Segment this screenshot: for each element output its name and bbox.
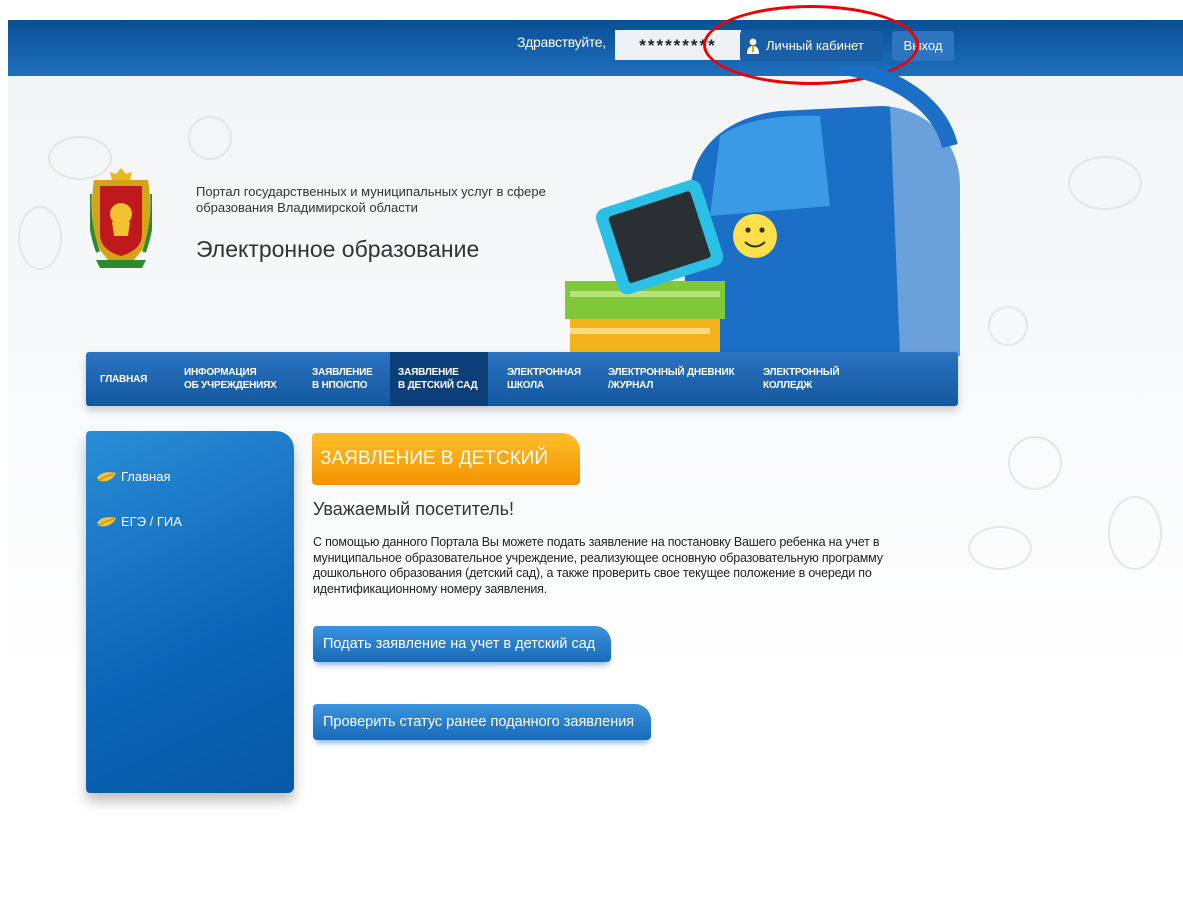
nav-item-npo-spo-application[interactable]: Заявление в НПО/СПО (312, 352, 386, 406)
portal-title: Электронное образование (196, 236, 480, 262)
leaf-icon (97, 517, 116, 527)
nav-item-college-line2: колледж (763, 380, 813, 391)
nav-item-home-label: Главная (100, 374, 148, 385)
nav-item-school-line2: школа (507, 380, 544, 391)
nav-item-electronic-diary[interactable]: Электронный дневник /журнал (608, 352, 758, 406)
nav-item-institutions-line2: об учреждениях (184, 380, 277, 391)
check-application-status-button[interactable]: Проверить статус ранее поданного заявлен… (313, 704, 651, 740)
nav-item-kindergarten-application[interactable]: Заявление в детский сад (390, 352, 488, 406)
service-description: С помощью данного Портала Вы можете пода… (313, 535, 883, 596)
nav-item-school-line1: Электронная (507, 367, 581, 378)
nav-item-kindergarten-line1: Заявление (398, 367, 459, 378)
sidebar-item-ege-gia-label: ЕГЭ / ГИА (121, 514, 182, 529)
main-navigation: Главная Информация об учреждениях Заявле… (86, 352, 958, 406)
leaf-icon (97, 472, 116, 482)
nav-item-institutions-info[interactable]: Информация об учреждениях (184, 352, 294, 406)
nav-item-diary-line1: Электронный дневник (608, 367, 735, 378)
section-title: ЗАЯВЛЕНИЕ В ДЕТСКИЙ САД (312, 433, 580, 521)
nav-item-electronic-school[interactable]: Электронная школа (507, 352, 597, 406)
school-backpack-illustration (565, 66, 960, 356)
nav-item-npo-spo-line2: в НПО/СПО (312, 380, 368, 391)
sidebar: Главная ЕГЭ / ГИА (86, 431, 294, 793)
nav-item-home[interactable]: Главная (100, 352, 176, 406)
nav-item-electronic-college[interactable]: Электронный колледж (763, 352, 873, 406)
greeting-text: Здравствуйте, (517, 34, 606, 50)
nav-item-npo-spo-line1: Заявление (312, 367, 373, 378)
nav-item-institutions-line1: Информация (184, 367, 257, 378)
submit-kindergarten-application-button[interactable]: Подать заявление на учет в детский сад (313, 626, 611, 662)
nav-item-kindergarten-line2: в детский сад (398, 380, 478, 391)
visitor-greeting: Уважаемый посетитель! (313, 499, 515, 519)
portal-subtitle: Портал государственных и муниципальных у… (196, 184, 546, 215)
nav-item-diary-line2: /журнал (608, 380, 654, 391)
coat-of-arms-logo (90, 168, 152, 268)
nav-item-college-line1: Электронный (763, 367, 840, 378)
sidebar-item-home-label: Главная (121, 469, 171, 484)
